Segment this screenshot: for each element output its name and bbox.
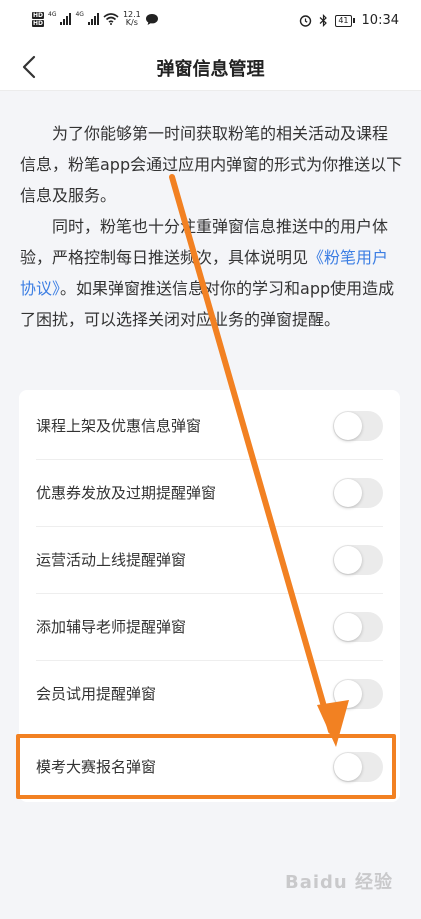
intro-paragraph-2-tail: 。如果弹窗推送信息对你的学习和app使用造成了困扰，可以选择关闭对应业务的弹窗提… xyxy=(20,279,395,329)
setting-row-course-promo: 课程上架及优惠信息弹窗 xyxy=(19,392,400,459)
network-type-2: 4G xyxy=(75,11,84,18)
page-title: 弹窗信息管理 xyxy=(156,59,265,80)
toggle-switch[interactable] xyxy=(333,751,383,782)
intro-text: 为了你能够第一时间获取粉笔的相关活动及课程信息，粉笔app会通过应用内弹窗的形式… xyxy=(20,118,403,335)
setting-label: 模考大赛报名弹窗 xyxy=(36,758,157,776)
signal-icon-2 xyxy=(87,13,99,25)
battery-level: 41 xyxy=(335,14,352,27)
hd-label-1: HD xyxy=(32,11,45,19)
intro-paragraph-2: 同时，粉笔也十分注重弹窗信息推送中的用户体验，严格控制每日推送频次，具体说明见《… xyxy=(20,211,403,335)
setting-row-tutor: 添加辅导老师提醒弹窗 xyxy=(19,593,400,660)
battery-icon: 41 xyxy=(335,14,355,27)
network-type-1: 4G xyxy=(48,11,57,18)
setting-label: 运营活动上线提醒弹窗 xyxy=(36,551,187,569)
status-time: 10:34 xyxy=(361,13,399,28)
wifi-icon xyxy=(103,13,119,25)
toggle-switch[interactable] xyxy=(333,611,383,642)
setting-row-operations: 运营活动上线提醒弹窗 xyxy=(19,526,400,593)
popup-settings-card: 课程上架及优惠信息弹窗 优惠券发放及过期提醒弹窗 运营活动上线提醒弹窗 添加辅导… xyxy=(19,390,400,802)
hd-indicator: HD HD xyxy=(32,11,45,27)
status-bar: HD HD 4G 4G 12.1 K/s 41 10:34 xyxy=(0,0,421,44)
setting-label: 课程上架及优惠信息弹窗 xyxy=(36,417,202,435)
bluetooth-icon xyxy=(319,14,328,27)
setting-row-member-trial: 会员试用提醒弹窗 xyxy=(19,660,400,727)
setting-label: 添加辅导老师提醒弹窗 xyxy=(36,618,187,636)
baidu-watermark: Baidu 经验 xyxy=(284,872,393,893)
setting-label: 优惠券发放及过期提醒弹窗 xyxy=(36,484,217,502)
status-left: HD HD 4G 4G 12.1 K/s xyxy=(32,11,159,27)
signal-icon-1 xyxy=(60,13,72,25)
hd-label-2: HD xyxy=(32,19,45,27)
intro-paragraph-1: 为了你能够第一时间获取粉笔的相关活动及课程信息，粉笔app会通过应用内弹窗的形式… xyxy=(20,124,403,205)
alarm-icon xyxy=(300,15,312,27)
toggle-switch[interactable] xyxy=(333,544,383,575)
nav-bar: 弹窗信息管理 xyxy=(0,44,421,91)
setting-label: 会员试用提醒弹窗 xyxy=(36,685,157,703)
network-speed: 12.1 K/s xyxy=(123,11,141,27)
network-speed-unit: K/s xyxy=(125,18,138,27)
toggle-switch[interactable] xyxy=(333,410,383,441)
setting-row-coupon: 优惠券发放及过期提醒弹窗 xyxy=(19,459,400,526)
toggle-switch[interactable] xyxy=(333,678,383,709)
status-right: 41 10:34 xyxy=(299,13,399,28)
setting-row-mock-exam: 模考大赛报名弹窗 xyxy=(19,733,400,800)
message-icon xyxy=(145,13,158,25)
toggle-switch[interactable] xyxy=(333,477,383,508)
